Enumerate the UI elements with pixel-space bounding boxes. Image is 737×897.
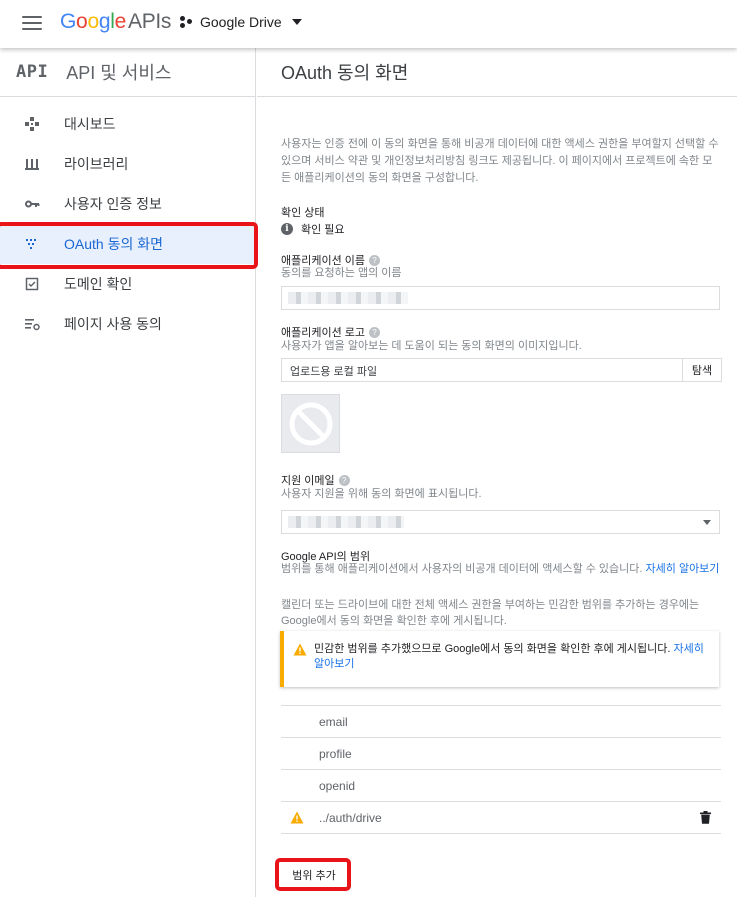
page-description: 사용자는 인증 전에 이 동의 화면을 통해 비공개 데이터에 대한 액세스 권… [281, 138, 719, 184]
project-icon [180, 15, 194, 29]
info-icon: i [281, 223, 293, 235]
add-scope-button[interactable]: 범위 추가 [281, 863, 347, 887]
support-email-select[interactable] [281, 510, 720, 534]
checkbox-icon [24, 276, 40, 292]
sensitive-scope-warning: 민감한 범위를 추가했으므로 Google에서 동의 화면을 확인한 후에 게시… [280, 631, 719, 687]
logo-file-placeholder: 업로드용 로컬 파일 [290, 366, 378, 378]
scope-row: openid [281, 770, 721, 802]
page-title: OAuth 동의 화면 [281, 63, 409, 83]
scope-row: profile [281, 738, 721, 770]
warning-icon [290, 811, 304, 827]
sidebar-item-library[interactable]: 라이브러리 [0, 144, 255, 184]
library-icon [24, 156, 40, 172]
consent-screen-icon [24, 236, 40, 252]
sidebar-item-page-usage-agreement[interactable]: 페이지 사용 동의 [0, 304, 255, 344]
sidebar-item-oauth-consent[interactable]: OAuth 동의 화면 [0, 224, 255, 264]
google-apis-logo[interactable]: GoogleAPIs [60, 10, 171, 34]
scope-row: ../auth/drive [281, 802, 721, 834]
logo-preview [281, 394, 340, 453]
warning-text: 민감한 범위를 추가했으므로 Google에서 동의 화면을 확인한 후에 게시… [314, 643, 704, 670]
scope-row: email [281, 706, 721, 738]
verification-status-title: 확인 상태 [281, 207, 325, 219]
scopes-description: 범위를 통해 애플리케이션에서 사용자의 비공개 데이터에 액세스할 수 있습니… [281, 563, 720, 575]
redacted-value [288, 516, 404, 528]
scope-name: openid [319, 778, 356, 793]
project-selector[interactable]: Google Drive [180, 14, 302, 30]
scope-name: email [319, 714, 348, 729]
app-name-subtitle: 동의를 요청하는 앱의 이름 [281, 267, 402, 279]
sidebar-header: API API 및 서비스 [0, 48, 255, 97]
app-logo-subtitle: 사용자가 앱을 알아보는 데 도움이 되는 동의 화면의 이미지입니다. [281, 340, 582, 352]
sidebar-item-label: 사용자 인증 정보 [64, 196, 162, 212]
sidebar-item-label: 도메인 확인 [64, 276, 133, 292]
api-logo: API [16, 62, 49, 82]
sidebar-item-label: 대시보드 [64, 116, 116, 132]
help-icon[interactable]: ? [338, 475, 350, 487]
sidebar-nav: 대시보드 라이브러리 사용자 인증 정보 OAuth 동의 화면 도메인 확인 [0, 97, 255, 344]
scopes-sensitive-description: 캘린더 또는 드라이브에 대한 전체 액세스 권한을 부여하는 민감한 범위를 … [281, 599, 700, 627]
help-icon[interactable]: ? [369, 327, 381, 339]
dashboard-icon [24, 116, 40, 132]
sidebar: API API 및 서비스 대시보드 라이브러리 사용자 인증 정보 OAuth… [0, 48, 256, 897]
scope-name: profile [319, 746, 352, 761]
sidebar-item-credentials[interactable]: 사용자 인증 정보 [0, 184, 255, 224]
top-app-bar: GoogleAPIs Google Drive [0, 0, 737, 48]
delete-icon[interactable] [700, 811, 711, 827]
dropdown-arrow-icon [291, 19, 302, 25]
sidebar-title: API 및 서비스 [66, 63, 172, 83]
verification-status: i 확인 필요 [281, 221, 345, 237]
add-scope-label: 범위 추가 [292, 870, 336, 882]
sidebar-item-domain-verification[interactable]: 도메인 확인 [0, 264, 255, 304]
sidebar-item-dashboard[interactable]: 대시보드 [0, 104, 255, 144]
menu-icon[interactable] [22, 16, 42, 32]
warning-icon [293, 643, 307, 659]
browse-button[interactable]: 탐색 [682, 358, 722, 382]
settings-list-icon [24, 316, 40, 332]
sidebar-item-label: 라이브러리 [64, 156, 129, 172]
project-name: Google Drive [200, 14, 282, 30]
redacted-value [288, 292, 408, 304]
logo-file-input[interactable]: 업로드용 로컬 파일 [281, 358, 683, 382]
no-image-icon [289, 402, 332, 445]
chevron-down-icon [703, 520, 711, 525]
support-email-subtitle: 사용자 지원을 위해 동의 화면에 표시됩니다. [281, 488, 482, 500]
learn-more-link[interactable]: 자세히 알아보기 [646, 563, 720, 575]
sidebar-item-label: 페이지 사용 동의 [64, 316, 162, 332]
scope-name: ../auth/drive [319, 810, 382, 825]
key-icon [24, 196, 40, 212]
page-header: OAuth 동의 화면 [257, 48, 737, 97]
sidebar-item-label: OAuth 동의 화면 [64, 236, 163, 252]
verification-status-text: 확인 필요 [301, 224, 345, 236]
app-name-field[interactable] [281, 286, 720, 310]
